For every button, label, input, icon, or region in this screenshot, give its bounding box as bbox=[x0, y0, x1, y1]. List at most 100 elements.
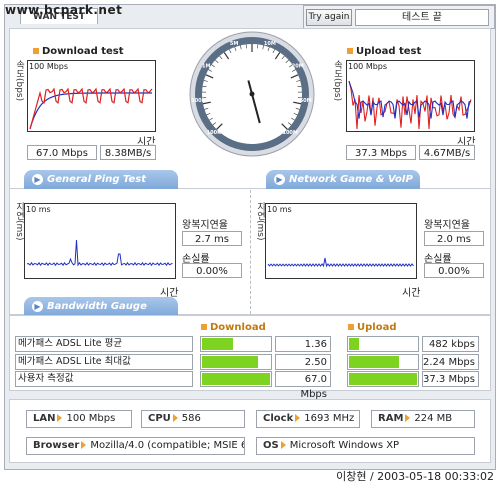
bw-upload-bar bbox=[347, 336, 419, 352]
bw-download-value: 67.0 Mbps bbox=[275, 371, 331, 400]
cpu-value: 586 bbox=[181, 413, 201, 424]
status-field: 테스트 끝 bbox=[355, 9, 489, 26]
game-series-line bbox=[267, 257, 414, 268]
ping-series-line bbox=[26, 239, 173, 267]
ping-rtt-label: 왕복지연율 bbox=[182, 220, 228, 231]
download-scale: 100 Mbps bbox=[29, 62, 69, 71]
watermark: www.bcpark.net bbox=[5, 3, 123, 17]
gauge-scale-label: 20M bbox=[292, 63, 304, 69]
lan-label: LAN bbox=[33, 413, 56, 424]
upload-bullet-icon bbox=[347, 48, 353, 54]
game-loss-value: 0.00% bbox=[424, 263, 484, 278]
ram-info: RAM 224 MB bbox=[371, 410, 475, 428]
download-y-label: 속도(bps) bbox=[14, 60, 24, 102]
game-graph bbox=[265, 203, 417, 279]
ping-divider bbox=[250, 190, 251, 314]
bw-download-bar bbox=[200, 336, 272, 352]
game-arrow-icon: ▶ bbox=[274, 173, 285, 185]
bw-upload-fill bbox=[349, 338, 360, 350]
bw-download-fill bbox=[202, 373, 270, 385]
upload-mbps: 37.3 Mbps bbox=[346, 145, 416, 160]
bw-row-label: 사용자 측정값 bbox=[15, 371, 193, 387]
gauge-scale-label: 100M bbox=[282, 130, 297, 136]
lan-value: 100 Mbps bbox=[66, 413, 116, 424]
game-rtt-value: 2.0 ms bbox=[424, 231, 484, 246]
gauge-scale-label: 500K bbox=[191, 98, 206, 104]
bw-download-value: 2.50 Mbps bbox=[275, 354, 331, 383]
browser-arrow-icon bbox=[81, 441, 87, 449]
clock-info: Clock 1693 MHz bbox=[256, 410, 360, 428]
bw-upload-bullet-icon bbox=[348, 324, 354, 330]
bw-upload-bar bbox=[347, 354, 419, 370]
try-again-button[interactable]: Try again bbox=[306, 9, 352, 26]
game-rtt-label: 왕복지연율 bbox=[424, 220, 470, 231]
upload-title: Upload test bbox=[347, 46, 421, 57]
cpu-label: CPU bbox=[148, 413, 171, 424]
download-graph-svg bbox=[29, 87, 153, 130]
bw-download-value: 1.36 Mbps bbox=[275, 336, 331, 365]
bw-download-fill bbox=[202, 338, 233, 350]
browser-value: Mozilla/4.0 (compatible; MSIE 6.0 bbox=[90, 440, 245, 451]
cpu-arrow-icon bbox=[172, 414, 178, 422]
gauge-scale-label: 100K bbox=[207, 130, 222, 136]
download-mbps: 67.0 Mbps bbox=[27, 145, 97, 160]
bw-upload-fill bbox=[349, 356, 399, 368]
bw-download-header-text: Download bbox=[210, 322, 266, 333]
upload-y-label: 속도(bps) bbox=[332, 60, 342, 102]
download-title: Download test bbox=[33, 46, 124, 57]
ram-value: 224 MB bbox=[414, 413, 453, 424]
os-label: OS bbox=[263, 440, 279, 451]
ping-rtt-value: 2.7 ms bbox=[182, 231, 242, 246]
bw-row-label: 메가패스 ADSL Lite 평균 bbox=[15, 336, 193, 352]
speed-gauge: 100K 500K 1M 5M 10M 20M 50M 100M bbox=[188, 30, 316, 158]
ping-graph bbox=[24, 203, 176, 279]
download-max-line bbox=[29, 87, 153, 130]
ram-label: RAM bbox=[378, 413, 404, 424]
download-mbs: 8.38MB/s bbox=[100, 145, 156, 160]
bw-download-fill bbox=[202, 356, 258, 368]
gauge-scale-label: 10M bbox=[264, 41, 276, 47]
bw-download-bar bbox=[200, 371, 272, 387]
os-value: Microsoft Windows XP bbox=[289, 440, 400, 451]
bw-upload-value: 482 kbps bbox=[422, 336, 479, 352]
download-title-text: Download test bbox=[42, 46, 124, 57]
ping-arrow-icon: ▶ bbox=[32, 173, 43, 185]
upload-mbs: 4.67MB/s bbox=[419, 145, 475, 160]
os-arrow-icon bbox=[280, 441, 286, 449]
bw-upload-fill bbox=[349, 373, 417, 385]
game-x-label: 시간 bbox=[402, 288, 421, 299]
gauge-scale-label: 50M bbox=[300, 98, 312, 104]
os-info: OS Microsoft Windows XP bbox=[256, 437, 475, 455]
ping-scale: 10 ms bbox=[26, 205, 51, 214]
clock-label: Clock bbox=[263, 413, 294, 424]
bw-download-bullet-icon bbox=[201, 324, 207, 330]
browser-info: Browser Mozilla/4.0 (compatible; MSIE 6.0 bbox=[26, 437, 245, 455]
gauge-scale-label: 1M bbox=[202, 63, 210, 69]
gauge-scale-label: 5M bbox=[230, 41, 238, 47]
bw-download-header: Download bbox=[201, 322, 266, 333]
bw-row-label: 메가패스 ADSL Lite 최대값 bbox=[15, 354, 193, 370]
bw-upload-bar bbox=[347, 371, 419, 387]
download-series-line bbox=[29, 92, 152, 130]
bw-upload-header: Upload bbox=[348, 322, 396, 333]
browser-label: Browser bbox=[33, 440, 80, 451]
bw-upload-header-text: Upload bbox=[357, 322, 397, 333]
bw-upload-value: 2.24 Mbps bbox=[422, 354, 479, 370]
upload-title-text: Upload test bbox=[356, 46, 422, 57]
upload-scale: 100 Mbps bbox=[348, 62, 388, 71]
lan-info: LAN 100 Mbps bbox=[26, 410, 132, 428]
ping-loss-value: 0.00% bbox=[182, 263, 242, 278]
upload-graph-svg bbox=[348, 80, 472, 130]
download-bullet-icon bbox=[33, 48, 39, 54]
cpu-info: CPU 586 bbox=[141, 410, 245, 428]
ping-title: General Ping Test bbox=[47, 174, 147, 185]
footer-signature: 이창현 / 2003-05-18 00:33:02 bbox=[336, 470, 494, 483]
ram-arrow-icon bbox=[405, 414, 411, 422]
lan-arrow-icon bbox=[57, 414, 63, 422]
game-scale: 10 ms bbox=[267, 205, 292, 214]
bandwidth-header: ▶ Bandwidth Gauge bbox=[24, 297, 178, 316]
bandwidth-title: Bandwidth Gauge bbox=[47, 301, 147, 312]
game-test-header: ▶ Network Game & VoIP Test bbox=[266, 170, 420, 204]
bw-download-bar bbox=[200, 354, 272, 370]
bandwidth-arrow-icon: ▶ bbox=[32, 300, 43, 312]
